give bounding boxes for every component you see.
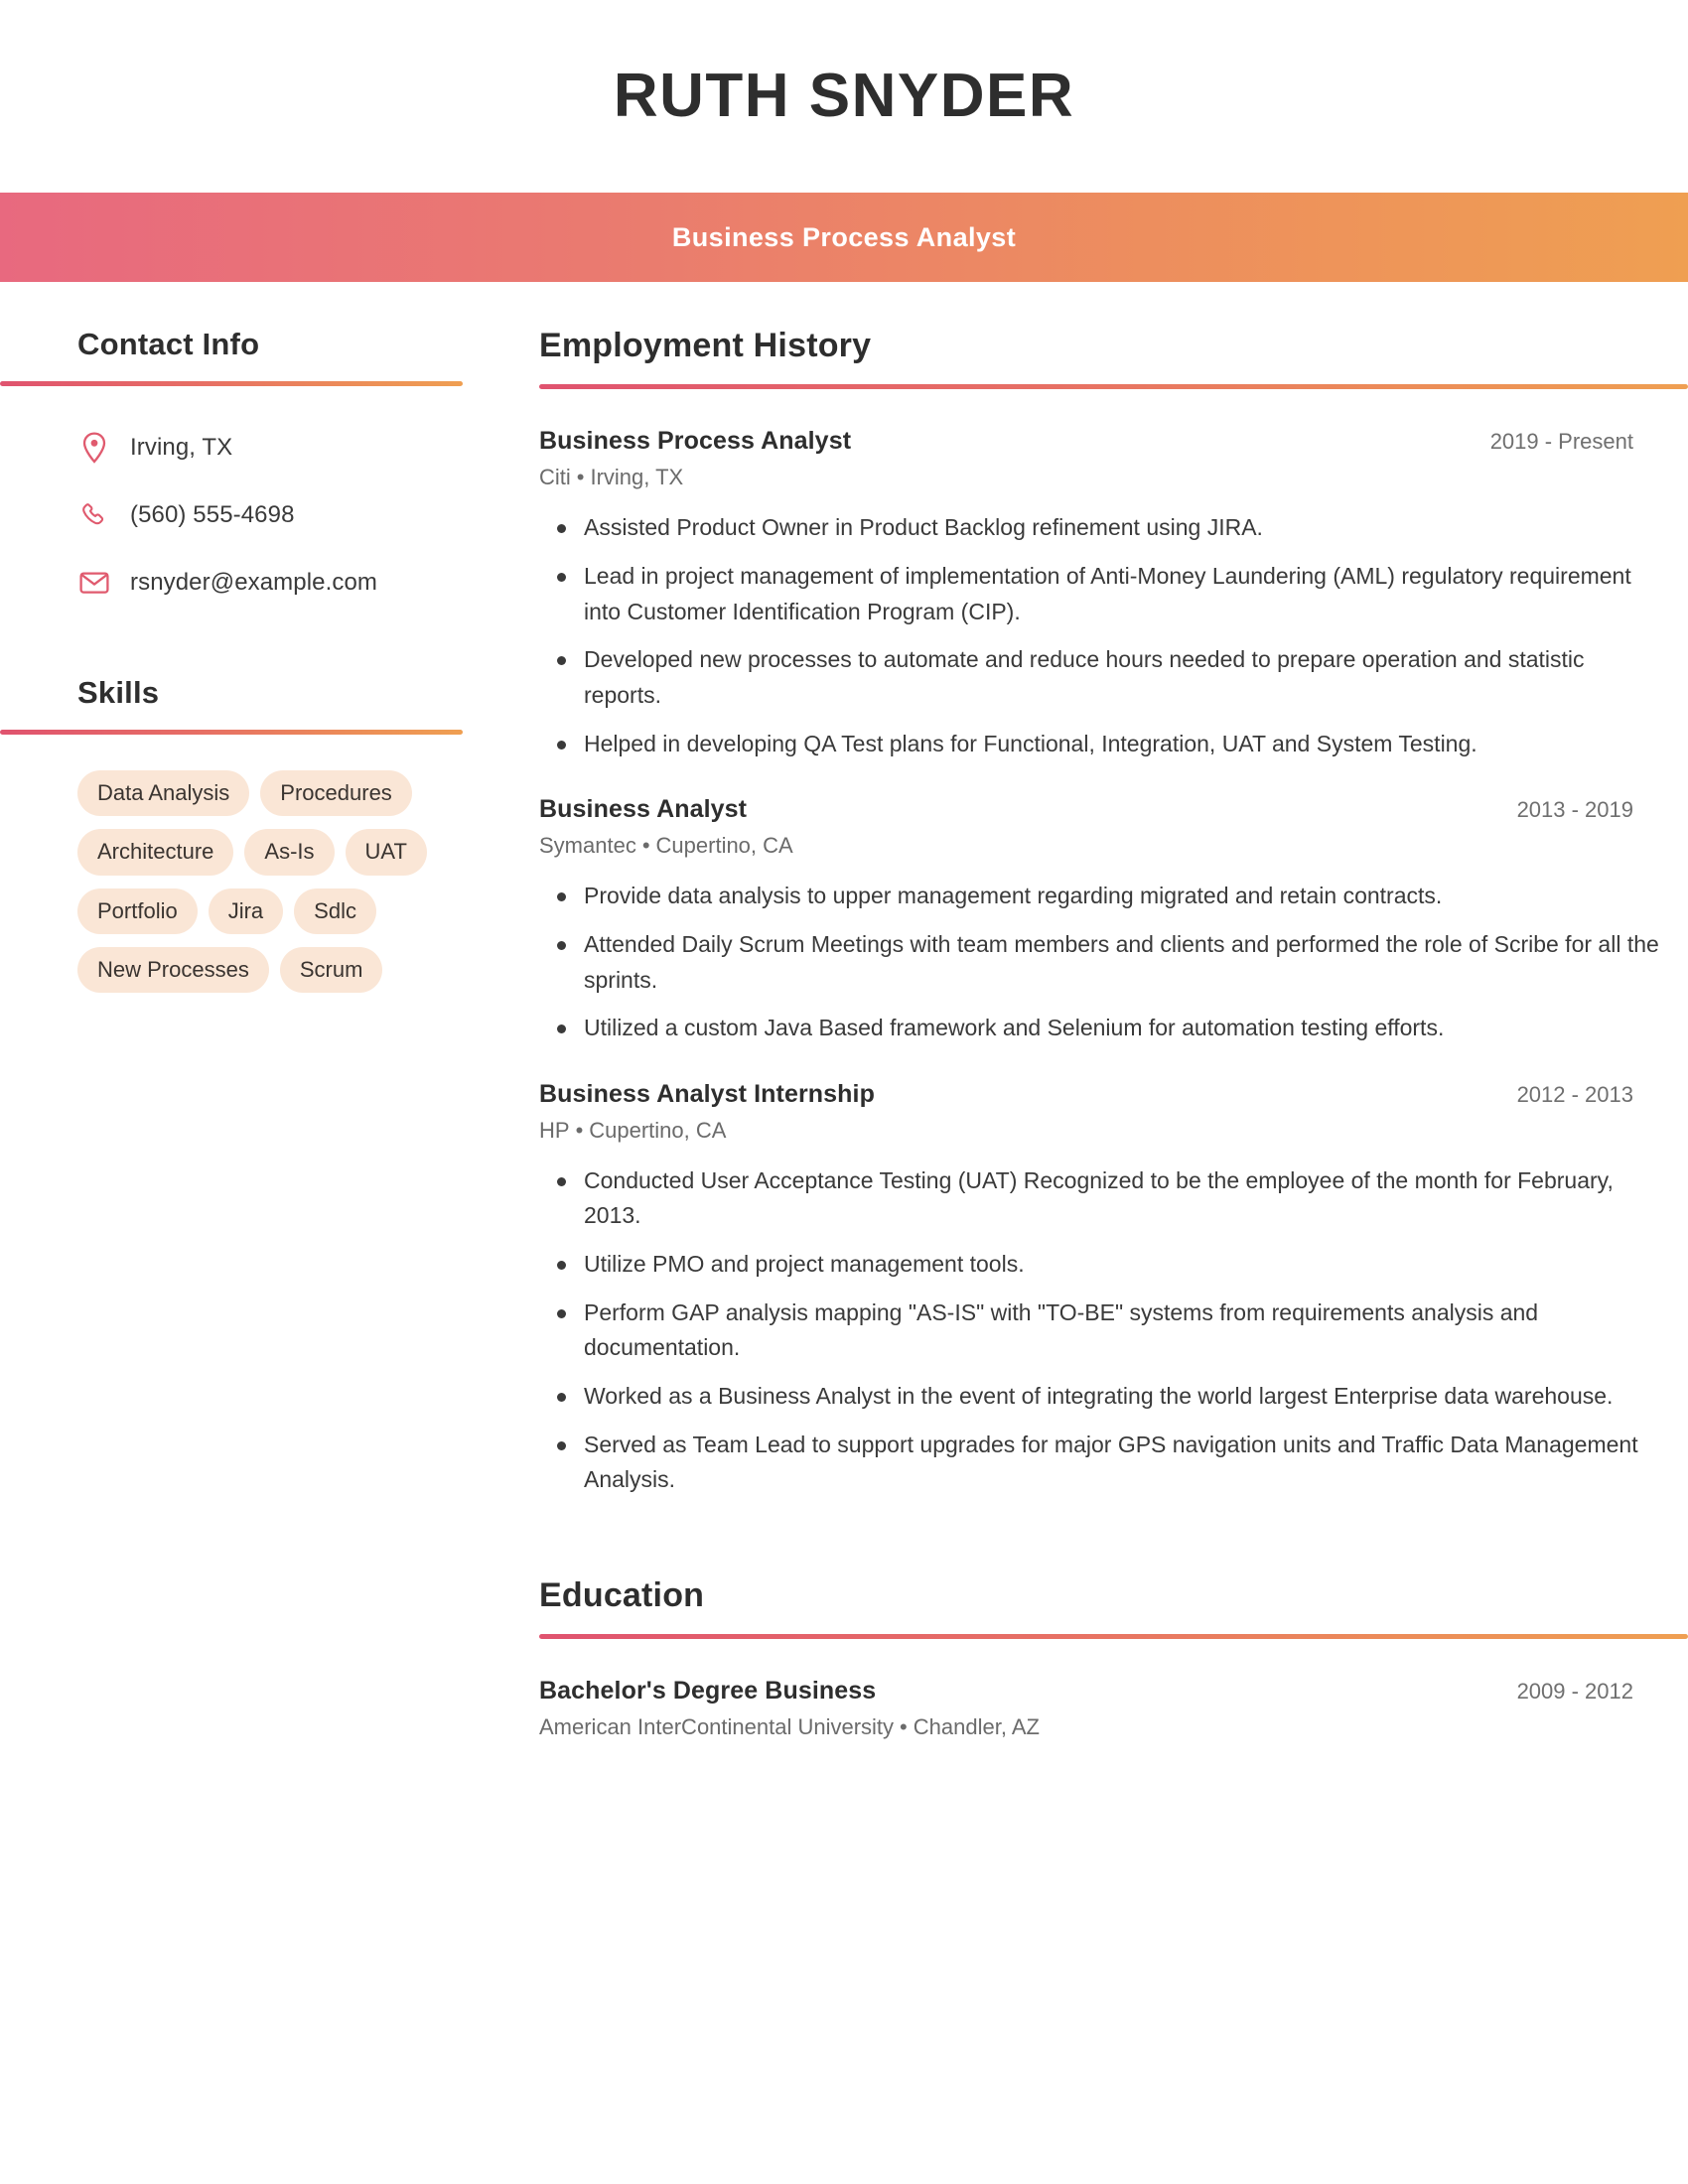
job-bullet: Helped in developing QA Test plans for F… — [539, 727, 1661, 762]
page-title: RUTH SNYDER — [613, 62, 1075, 130]
separator-dot: • — [575, 1117, 584, 1143]
skill-pill: As-Is — [244, 829, 335, 876]
contact-phone-value: (560) 555-4698 — [130, 501, 295, 529]
phone-icon — [77, 501, 111, 529]
location-pin-icon — [77, 432, 111, 464]
education-entry: Bachelor's Degree Business 2009 - 2012 Ame… — [539, 1677, 1688, 1740]
employment-section: Employment History Business Process Anal… — [539, 327, 1688, 1498]
section-divider — [539, 384, 1688, 390]
skill-pill: Data Analysis — [77, 770, 250, 817]
separator-dot: • — [576, 465, 585, 490]
job-date-range: 2013 - 2019 — [1516, 797, 1633, 823]
resume-body: Contact Info Irving, TX (560) 555-4698 r… — [0, 282, 1688, 1740]
job-bullet: Attended Daily Scrum Meetings with team … — [539, 927, 1661, 998]
job-bullet: Worked as a Business Analyst in the even… — [539, 1379, 1661, 1415]
employment-entry: Business Analyst 2013 - 2019 Symantec • Cupe… — [539, 795, 1688, 1046]
job-company-location: Symantec • Cupertino, CA — [539, 833, 1688, 859]
employment-list: Business Process Analyst 2019 - Present Ci… — [539, 427, 1688, 1498]
contact-location-value: Irving, TX — [130, 434, 233, 462]
job-bullet-list: Conducted User Acceptance Testing (UAT) … — [539, 1163, 1688, 1498]
skill-pill: Architecture — [77, 829, 234, 876]
school-location-value: Chandler, AZ — [913, 1714, 1040, 1740]
employment-entry: Business Process Analyst 2019 - Present Ci… — [539, 427, 1688, 761]
job-date-range: 2012 - 2013 — [1516, 1081, 1633, 1107]
skills-heading: Skills — [77, 675, 160, 711]
job-company-location: HP • Cupertino, CA — [539, 1118, 1688, 1144]
job-bullet: Assisted Product Owner in Product Backlo… — [539, 510, 1661, 546]
contact-heading: Contact Info — [77, 327, 260, 361]
education-heading: Education — [539, 1575, 705, 1614]
degree-date-range: 2009 - 2012 — [1516, 1679, 1633, 1705]
main-content: Employment History Business Process Anal… — [463, 327, 1688, 1740]
job-bullet: Developed new processes to automate and … — [539, 642, 1661, 713]
job-bullet: Perform GAP analysis mapping "AS-IS" wit… — [539, 1296, 1661, 1366]
job-bullet: Provide data analysis to upper managemen… — [539, 879, 1661, 914]
skill-pill: UAT — [345, 829, 427, 876]
employment-entry: Business Analyst Internship 2012 - 2013 HP… — [539, 1080, 1688, 1498]
envelope-icon — [77, 571, 111, 595]
employment-heading: Employment History — [539, 327, 872, 364]
employment-entry-header: Business Analyst Internship 2012 - 2013 — [539, 1080, 1688, 1109]
education-entry-header: Bachelor's Degree Business 2009 - 2012 — [539, 1677, 1688, 1706]
job-bullet-list: Provide data analysis to upper managemen… — [539, 879, 1688, 1046]
degree-title: Bachelor's Degree Business — [539, 1677, 877, 1706]
skill-pill: Portfolio — [77, 887, 198, 935]
contact-item-location[interactable]: Irving, TX — [77, 424, 463, 472]
job-location: Cupertino, CA — [655, 833, 793, 859]
job-title: Business Process Analyst — [539, 427, 852, 456]
job-bullet: Served as Team Lead to support upgrades … — [539, 1428, 1661, 1498]
skills-section: Skills Data Analysis Procedures Architectu… — [0, 675, 463, 994]
skills-pill-list: Data Analysis Procedures Architecture As-Is… — [77, 770, 435, 994]
school-location: American InterContinental University • Cha… — [539, 1714, 1688, 1740]
school-name: American InterContinental University — [539, 1714, 895, 1740]
job-title: Business Analyst Internship — [539, 1079, 875, 1108]
job-location: Cupertino, CA — [589, 1117, 727, 1143]
contact-item-phone[interactable]: (560) 555-4698 — [77, 491, 463, 539]
section-divider — [0, 730, 463, 736]
education-section: Education Bachelor's Degree Business 2009… — [539, 1575, 1688, 1740]
job-bullet: Utilized a custom Java Based framework a… — [539, 1011, 1661, 1046]
separator-dot: • — [641, 833, 650, 859]
skill-pill: Jira — [208, 887, 284, 935]
sidebar: Contact Info Irving, TX (560) 555-4698 r… — [0, 327, 463, 994]
section-divider — [539, 1634, 1688, 1640]
job-title-banner: Business Process Analyst — [0, 193, 1688, 282]
job-date-range: 2019 - Present — [1489, 429, 1633, 455]
section-divider — [0, 381, 463, 387]
job-bullet: Lead in project management of implementa… — [539, 559, 1661, 629]
job-company: Symantec — [539, 833, 636, 859]
contact-section: Contact Info Irving, TX (560) 555-4698 r… — [0, 327, 463, 607]
skill-pill: New Processes — [77, 947, 269, 994]
job-bullet: Utilize PMO and project management tools… — [539, 1247, 1661, 1283]
contact-email-value: rsnyder@example.com — [130, 569, 378, 597]
separator-dot: • — [900, 1714, 908, 1740]
job-company: Citi — [539, 465, 571, 490]
skill-pill: Procedures — [260, 770, 412, 817]
contact-item-email[interactable]: rsnyder@example.com — [77, 559, 463, 607]
contact-list: Irving, TX (560) 555-4698 rsnyder@exampl… — [77, 424, 463, 607]
education-list: Bachelor's Degree Business 2009 - 2012 Ame… — [539, 1677, 1688, 1740]
job-company-location: Citi • Irving, TX — [539, 465, 1688, 490]
job-bullet: Conducted User Acceptance Testing (UAT) … — [539, 1163, 1661, 1234]
employment-entry-header: Business Analyst 2013 - 2019 — [539, 795, 1688, 824]
job-company: HP — [539, 1117, 570, 1143]
skill-pill: Scrum — [279, 947, 383, 994]
job-bullet-list: Assisted Product Owner in Product Backlo… — [539, 510, 1688, 761]
job-location: Irving, TX — [590, 465, 684, 490]
skill-pill: Sdlc — [294, 887, 376, 935]
job-title: Business Analyst — [539, 795, 748, 824]
employment-entry-header: Business Process Analyst 2019 - Present — [539, 427, 1688, 456]
resume-header: RUTH SNYDER — [0, 0, 1688, 193]
header-job-title: Business Process Analyst — [671, 221, 1017, 252]
